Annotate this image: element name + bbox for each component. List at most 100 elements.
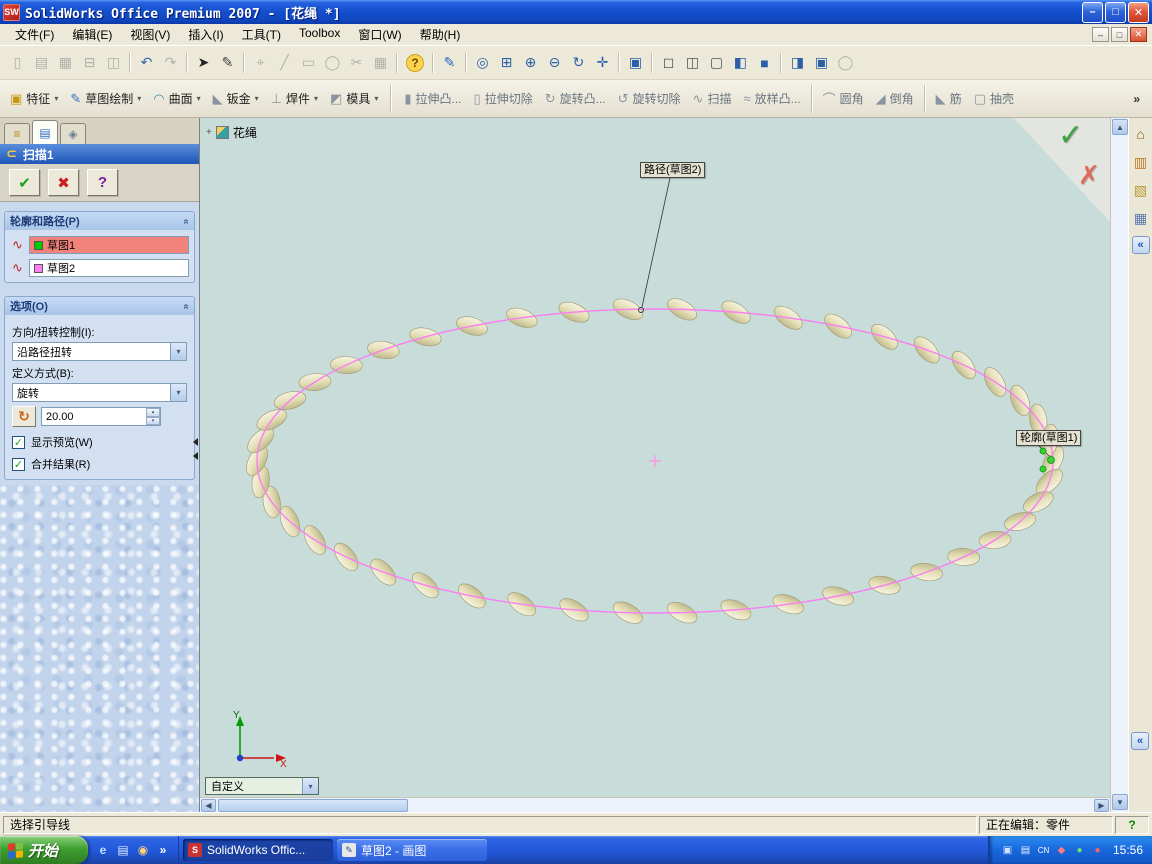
3d-viewport-canvas[interactable]: Y X — [200, 118, 1110, 797]
vertical-scrollbar[interactable]: ▲ ▼ — [1110, 118, 1128, 812]
quick-tips-icon[interactable]: ? — [1115, 815, 1149, 834]
chamfer-button[interactable]: ◢ 倒角 — [870, 86, 920, 111]
sketch-circle-icon[interactable]: ◯ — [321, 51, 344, 74]
tree-expand-icon[interactable]: + — [206, 127, 212, 138]
tray-language-icon[interactable]: CN — [1036, 843, 1051, 858]
save-icon[interactable]: ▦ — [54, 51, 77, 74]
hidden-lines-visible-icon[interactable]: ◫ — [681, 51, 704, 74]
quick-launch-overflow-icon[interactable]: » — [155, 842, 171, 858]
menu-help[interactable]: 帮助(H) — [411, 23, 470, 46]
spin-up-icon[interactable]: ▴ — [146, 408, 160, 417]
chevron-down-icon[interactable]: ▾ — [170, 343, 186, 360]
profile-callout[interactable]: 轮廓(草图1) — [1016, 430, 1082, 446]
taskbar-task-paint[interactable]: ✎ 草图2 - 画图 — [337, 839, 487, 861]
profile-path-group-header[interactable]: 轮廓和路径(P) « — [5, 212, 194, 230]
scroll-right-icon[interactable]: ▶ — [1094, 798, 1109, 812]
shaded-with-edges-icon[interactable]: ◧ — [729, 51, 752, 74]
tray-alert-icon[interactable]: ● — [1090, 843, 1105, 858]
featuremanager-tab[interactable]: ≡ — [4, 123, 30, 144]
start-button[interactable]: 开始 — [0, 836, 88, 864]
scroll-left-icon[interactable]: ◀ — [201, 798, 216, 812]
view-palette-icon[interactable]: ▦ — [1131, 208, 1151, 228]
weldments-tab[interactable]: ⊥ 焊件 ▾ — [265, 86, 324, 111]
tray-solidworks-icon[interactable]: ◆ — [1054, 843, 1069, 858]
print-icon[interactable]: ⊟ — [78, 51, 101, 74]
collapse-taskpane-icon[interactable]: « — [1131, 236, 1150, 254]
menu-file[interactable]: 文件(F) — [6, 23, 63, 46]
close-button[interactable]: ✕ — [1128, 1, 1149, 23]
section-view-icon[interactable]: ◨ — [786, 51, 809, 74]
undo-icon[interactable]: ↶ — [135, 51, 158, 74]
chevron-down-icon[interactable]: ▾ — [302, 778, 318, 794]
redo-icon[interactable]: ↷ — [159, 51, 182, 74]
revolved-cut-button[interactable]: ↺ 旋转切除 — [612, 86, 687, 111]
ok-button[interactable]: ✔ — [9, 169, 40, 196]
help-icon[interactable]: ? — [406, 53, 424, 72]
menu-window[interactable]: 窗口(W) — [349, 23, 410, 46]
select-icon[interactable]: ➤ — [192, 51, 215, 74]
show-preview-checkbox[interactable]: ✓ — [12, 435, 25, 449]
standard-views-icon[interactable]: ▣ — [624, 51, 647, 74]
profile-selection-field[interactable]: 草图1 — [29, 236, 189, 254]
restore-button[interactable]: □ — [1105, 1, 1126, 23]
collapse-chevron-icon[interactable]: « — [181, 218, 192, 224]
new-document-icon[interactable]: ▯ — [6, 51, 29, 74]
collapse-chevron-icon[interactable]: « — [181, 303, 192, 309]
sheet-metal-tab[interactable]: ◣ 钣金 ▾ — [207, 86, 265, 111]
sketch-rectangle-icon[interactable]: ▭ — [297, 51, 320, 74]
define-by-combobox[interactable]: 旋转 ▾ — [12, 383, 187, 402]
document-tree-label[interactable]: + 花绳 — [206, 124, 257, 141]
sketch-icon[interactable]: ✎ — [438, 51, 461, 74]
path-selection-field[interactable]: 草图2 — [29, 259, 189, 277]
sketch-tab[interactable]: ✎ 草图绘制 ▾ — [64, 86, 147, 111]
menu-insert[interactable]: 插入(I) — [179, 23, 232, 46]
rotate-view-icon[interactable]: ↻ — [567, 51, 590, 74]
scroll-up-icon[interactable]: ▲ — [1112, 119, 1128, 135]
hidden-lines-removed-icon[interactable]: ▢ — [705, 51, 728, 74]
clock[interactable]: 15:56 — [1108, 843, 1143, 857]
extruded-boss-button[interactable]: ▮ 拉伸凸... — [398, 86, 467, 111]
cancel-button[interactable]: ✖ — [48, 169, 79, 196]
mdi-close-button[interactable]: ✕ — [1130, 27, 1147, 42]
scrollbar-thumb[interactable] — [218, 798, 408, 812]
tray-ime-icon[interactable]: ▤ — [1018, 843, 1033, 858]
horizontal-scrollbar[interactable]: ◀ ▶ — [200, 797, 1110, 812]
extruded-cut-button[interactable]: ▯ 拉伸切除 — [468, 86, 539, 111]
mdi-minimize-button[interactable]: – — [1092, 27, 1109, 42]
zoom-to-selection-icon[interactable]: ⊖ — [543, 51, 566, 74]
grid-settings-icon[interactable]: ▦ — [369, 51, 392, 74]
panel-splitter-handle[interactable] — [193, 438, 198, 460]
merge-result-checkbox[interactable]: ✓ — [12, 457, 25, 471]
taskbar-task-solidworks[interactable]: S SolidWorks Offic... — [183, 839, 333, 861]
shaded-icon[interactable]: ■ — [753, 51, 776, 74]
ink-pen-icon[interactable]: ✎ — [216, 51, 239, 74]
tray-safety-icon[interactable]: ● — [1072, 843, 1087, 858]
chevron-down-icon[interactable]: ▾ — [170, 384, 186, 401]
menu-edit[interactable]: 编辑(E) — [63, 23, 121, 46]
app-icon[interactable]: SW — [3, 3, 20, 21]
solidworks-resources-icon[interactable]: ⌂ — [1131, 124, 1151, 144]
tray-monitor-icon[interactable]: ▣ — [1000, 843, 1015, 858]
spin-down-icon[interactable]: ▾ — [146, 416, 160, 425]
twist-angle-stepper[interactable]: 20.00 ▴ ▾ — [41, 407, 161, 426]
fillet-button[interactable]: ⌒ 圆角 — [817, 85, 870, 112]
configurationmanager-tab[interactable]: ◈ — [60, 123, 86, 144]
mdi-restore-button[interactable]: □ — [1111, 27, 1128, 42]
realview-icon[interactable]: ▣ — [810, 51, 833, 74]
confirm-cancel-icon[interactable]: ✗ — [1078, 160, 1100, 191]
revolved-boss-button[interactable]: ↻ 旋转凸... — [539, 86, 612, 111]
display-settings-icon[interactable]: ◯ — [834, 51, 857, 74]
graphics-area[interactable]: Y X + 花绳 路径(草图2) 轮廓(草图1) ✓ ✗ 自定义 ▾ — [200, 118, 1110, 797]
path-callout[interactable]: 路径(草图2) — [640, 162, 706, 178]
propertymanager-tab[interactable]: ▤ — [32, 120, 58, 144]
design-library-icon[interactable]: ▥ — [1131, 152, 1151, 172]
file-explorer-icon[interactable]: ▧ — [1131, 180, 1151, 200]
trim-entities-icon[interactable]: ✂ — [345, 51, 368, 74]
sketch-line-icon[interactable]: ╱ — [273, 51, 296, 74]
mold-tools-tab[interactable]: ◩ 模具 ▾ — [324, 86, 384, 111]
sweep-button[interactable]: ∿ 扫描 — [687, 86, 738, 111]
smart-dimension-icon[interactable]: ⌖ — [249, 51, 272, 74]
orientation-combobox[interactable]: 沿路径扭转 ▾ — [12, 342, 187, 361]
shell-button[interactable]: ▢ 抽壳 — [968, 86, 1020, 111]
show-desktop-icon[interactable]: ▤ — [115, 842, 131, 858]
